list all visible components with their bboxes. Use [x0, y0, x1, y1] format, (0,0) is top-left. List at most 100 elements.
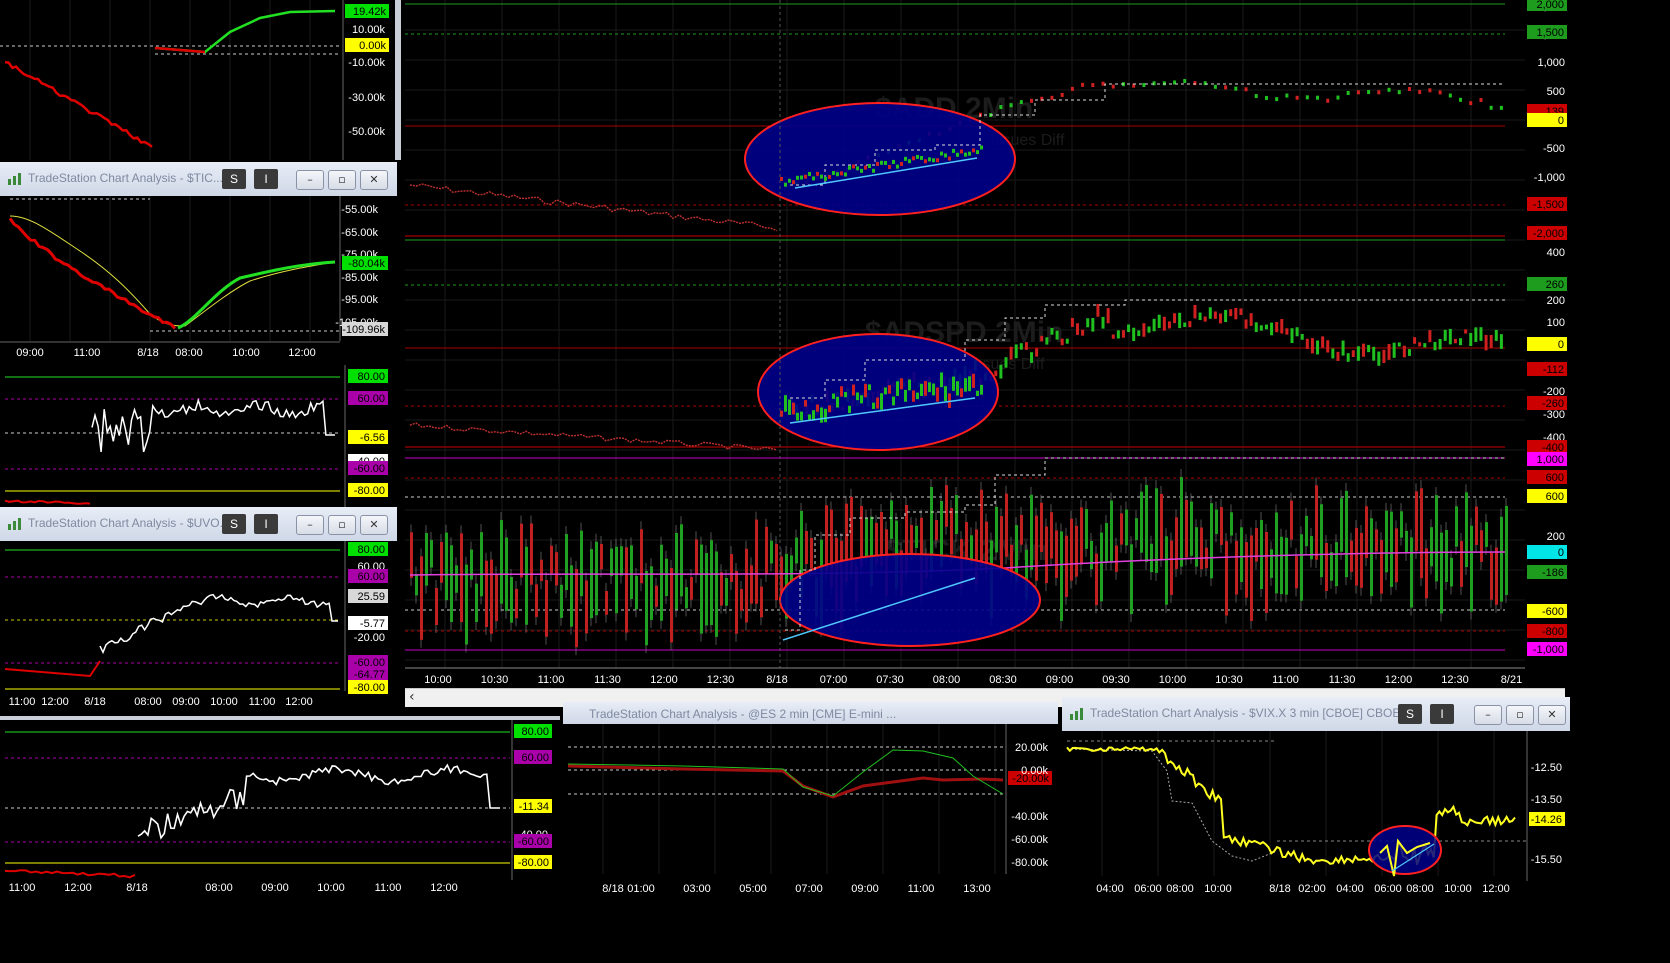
advq-candle	[1372, 346, 1376, 361]
chart-bg	[563, 724, 1058, 959]
tick-candle	[645, 570, 648, 646]
adv-highlight-candle	[880, 160, 883, 165]
adv-highlight-candle	[940, 151, 943, 156]
advq-highlight-candle	[932, 383, 935, 396]
advq-highlight-candle	[856, 392, 859, 401]
uvol-window-title: TradeStation Chart Analysis - $UVO...	[28, 516, 230, 530]
cumulative-chart[interactable]: 19.42k 0.00k 10.00k -10.00k -30.00k -50.00k	[0, 0, 395, 160]
advq-candle	[1285, 328, 1289, 335]
close-button[interactable]: ✕	[360, 170, 388, 190]
advq-candle	[1270, 322, 1274, 336]
advq-candle	[1362, 343, 1365, 357]
tick-candle	[1295, 556, 1298, 589]
adv-highlight-candle	[864, 165, 867, 170]
tick-chart[interactable]: -55.00k-65.00k-75.00k-85.00k-95.00k-105.…	[0, 196, 397, 362]
indicator-i-button[interactable]: I	[254, 514, 278, 534]
tick-candle	[1225, 541, 1228, 616]
advq-candle	[1234, 307, 1238, 320]
oscillator-chart-panel-1[interactable]: 80.0060.00-6.56-40.00-60.00-80.00	[0, 365, 397, 507]
oscillator-chart-1[interactable]: 80.0060.00-6.56-40.00-60.00-80.00	[0, 365, 397, 507]
maximize-button[interactable]: ▫	[328, 515, 356, 535]
advq-highlight-candle	[964, 378, 967, 392]
adv-candle	[1305, 95, 1309, 100]
tick-candle	[890, 500, 893, 539]
adv-highlight-candle	[820, 174, 823, 179]
advq-candle	[1086, 318, 1090, 328]
close-button[interactable]: ✕	[360, 515, 388, 535]
oscillator-chart-2[interactable]: 80.0060.00-11.34-40.00-60.00-80.0011:001…	[0, 720, 560, 963]
advq-candle	[1081, 329, 1085, 336]
es-window-titlebar[interactable]: TradeStation Chart Analysis - @ES 2 min …	[563, 702, 1058, 725]
tick-candle	[1175, 517, 1178, 569]
tick-candle	[1055, 530, 1058, 578]
advq-candle	[1418, 342, 1422, 347]
adv-candle	[1234, 86, 1238, 91]
advq-candle	[999, 364, 1003, 379]
vix-window-title: TradeStation Chart Analysis - $VIX.X 3 m…	[1090, 706, 1421, 720]
time-axis-label: 11:00	[9, 882, 36, 894]
tick-candle	[1220, 507, 1223, 545]
maximize-button[interactable]: ▫	[328, 170, 356, 190]
advq-candle	[1142, 323, 1146, 337]
cumulative-chart-panel[interactable]: 19.42k 0.00k 10.00k -10.00k -30.00k -50.00k	[0, 0, 401, 160]
tick-candle	[910, 525, 913, 554]
tick-candle	[805, 530, 808, 564]
minimize-button[interactable]: –	[296, 515, 324, 535]
vix-chart-window[interactable]: TradeStation Chart Analysis - $VIX.X 3 m…	[1062, 697, 1570, 959]
cumulative-prev-series	[4, 60, 153, 148]
tick-candle	[1160, 493, 1163, 559]
indicator-i-button[interactable]: I	[254, 169, 278, 189]
es-chart-window[interactable]: TradeStation Chart Analysis - @ES 2 min …	[563, 702, 1058, 959]
advq-candle	[1407, 349, 1411, 356]
tick-candle	[1080, 507, 1083, 565]
minimize-button[interactable]: –	[1474, 705, 1502, 725]
adv-candle	[1009, 103, 1013, 108]
tick-candle	[1350, 540, 1353, 572]
advq-candle	[1392, 342, 1396, 358]
tick-candle	[1475, 506, 1478, 545]
advq-axis-label: 400	[1547, 247, 1565, 259]
maximize-button[interactable]: ▫	[1506, 705, 1534, 725]
main-chart[interactable]: $ADD 2Min Issues Diff $ADSPD 2Min Issues…	[405, 0, 1670, 688]
vix-chart[interactable]: -14.26 -12.50 -13.50 -15.50 04:00 06:00 08:00 1…	[1062, 731, 1570, 959]
adv-candle	[1203, 81, 1207, 86]
advq-candle	[1178, 312, 1182, 329]
main-chart-window[interactable]: $ADD 2Min Issues Diff $ADSPD 2Min Issues…	[405, 0, 1670, 688]
advq-candle	[1219, 313, 1222, 324]
time-axis-label: 12:00	[41, 696, 69, 708]
adv-candle	[1407, 86, 1411, 91]
adv-axis-label: -500	[1543, 143, 1565, 155]
uvol-chart-window[interactable]: TradeStation Chart Analysis - $UVO... S …	[0, 507, 397, 713]
symbol-s-button[interactable]: S	[222, 514, 246, 534]
oscillator-chart-panel-2[interactable]: 80.0060.00-11.34-40.00-60.00-80.0011:001…	[0, 716, 560, 963]
tick-window-titlebar[interactable]: TradeStation Chart Analysis - $TIC... S …	[0, 162, 397, 197]
tick-candle	[755, 519, 758, 604]
advq-candle	[1305, 338, 1309, 349]
symbol-s-button[interactable]: S	[1398, 704, 1422, 724]
advq-candle	[1106, 308, 1110, 324]
uvol-axis-label: -20.00	[354, 632, 385, 644]
time-axis-label: 02:00	[1298, 883, 1326, 895]
time-axis-label: 09:00	[261, 882, 289, 894]
minimize-button[interactable]: –	[296, 170, 324, 190]
tick-candle	[1380, 540, 1383, 594]
adv-candle	[1254, 94, 1258, 99]
tick-value-badge: -800	[1542, 626, 1564, 638]
cumulative-value-badge: 19.42k	[353, 6, 387, 18]
tick-candle	[590, 549, 593, 619]
tick-chart-window[interactable]: TradeStation Chart Analysis - $TIC... S …	[0, 162, 397, 362]
scroll-left-arrow[interactable]: ‹	[409, 689, 415, 705]
advq-highlight-candle	[960, 388, 963, 398]
es-chart[interactable]: -20.00k20.00k0.00k-40.00k-60.00k-80.00k8…	[563, 724, 1058, 959]
uvol-window-titlebar[interactable]: TradeStation Chart Analysis - $UVO... S …	[0, 507, 397, 542]
uvol-chart[interactable]: 80.0060.0060.0025.59-5.77-20.00-60.00-64…	[0, 541, 397, 713]
indicator-i-button[interactable]: I	[1430, 704, 1454, 724]
adv-candle	[1060, 92, 1064, 97]
vix-window-titlebar[interactable]: TradeStation Chart Analysis - $VIX.X 3 m…	[1062, 697, 1570, 732]
uvol-axis-badge: 25.59	[357, 591, 385, 603]
symbol-s-button[interactable]: S	[222, 169, 246, 189]
adv-value-badge: 0	[1558, 115, 1564, 127]
close-button[interactable]: ✕	[1538, 705, 1566, 725]
oscillator-axis-badge: -80.00	[518, 857, 549, 869]
adv-highlight-candle	[824, 176, 827, 181]
